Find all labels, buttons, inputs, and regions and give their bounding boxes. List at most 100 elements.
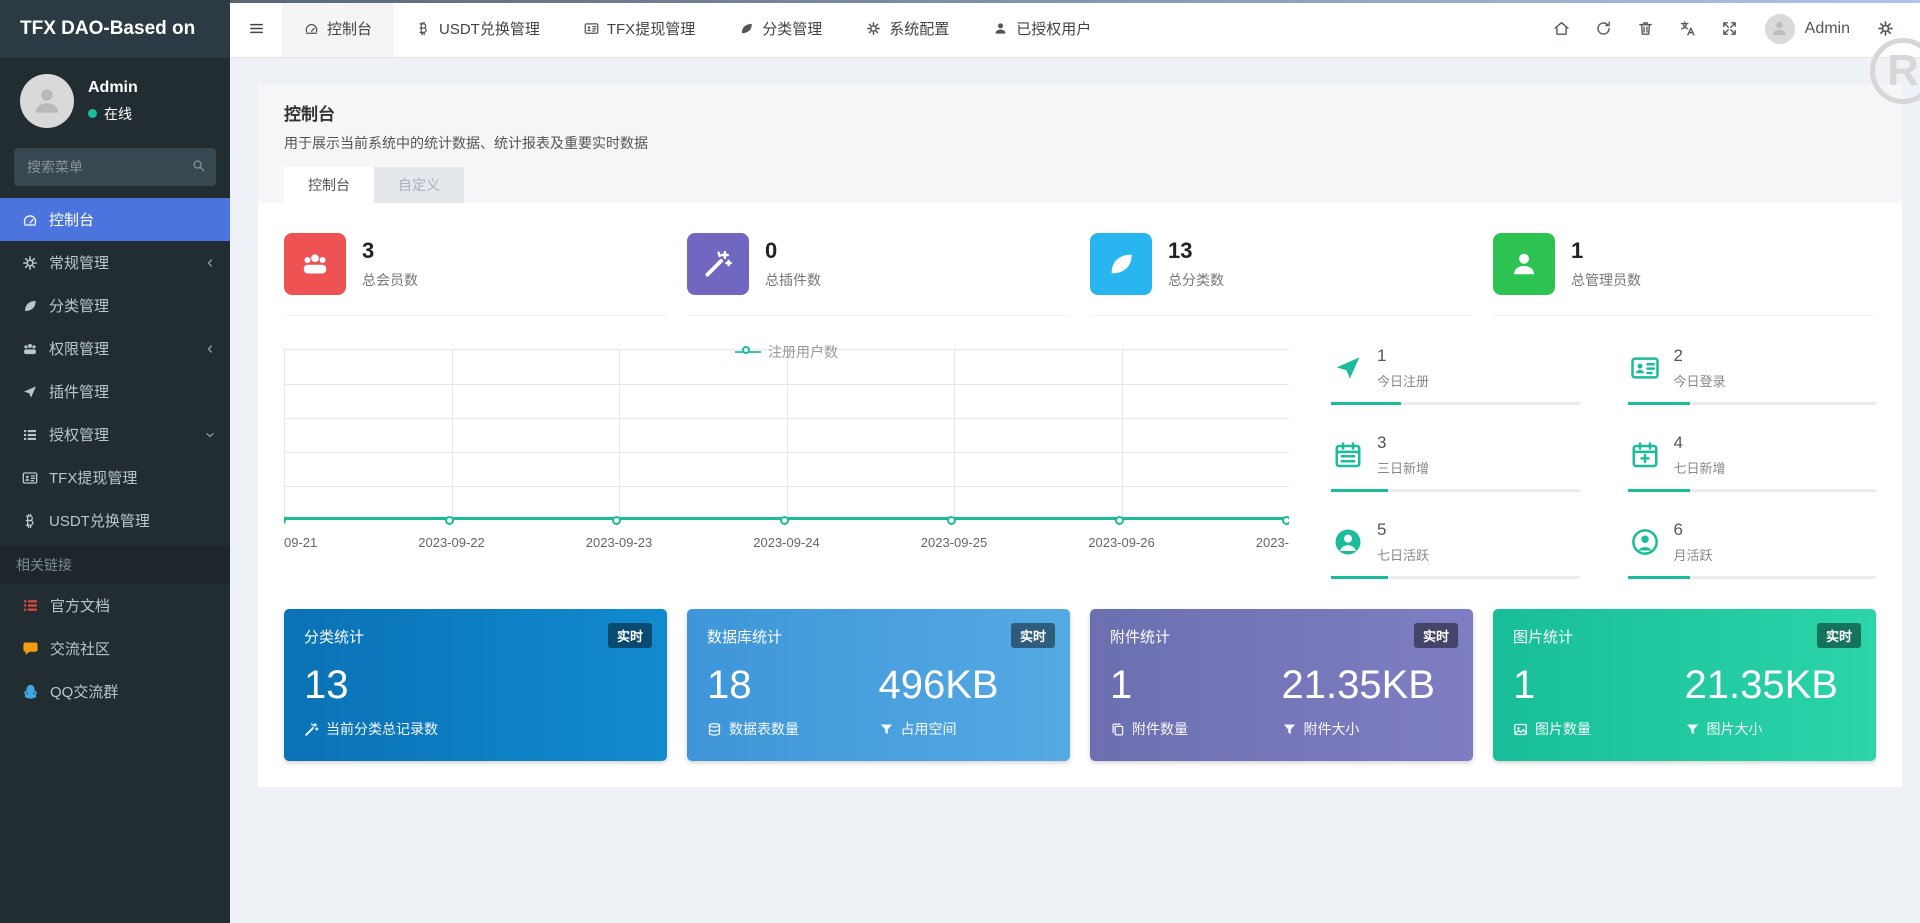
page-subtitle: 用于展示当前系统中的统计数据、统计报表及重要实时数据 [284,135,648,151]
stat-card-addons: 0 总插件数 [687,233,1070,316]
chart-plot-area [284,349,1289,520]
x-axis-label: 2023-09-27 [1255,535,1289,550]
bitcoin-icon [416,21,431,36]
mini-value: 4 [1673,433,1683,452]
card-value: 13 [304,663,349,707]
realtime-badge: 实时 [1010,623,1055,648]
sidebar-item-auth[interactable]: 权限管理 [0,327,230,370]
x-axis-label: 2023-09-22 [418,535,485,550]
mini-stat-today-registered: 1 今日注册 [1331,342,1580,405]
summary-card-attachments: 附件统计 实时 1 附件数量 21.35KB 附件大小 [1090,609,1473,761]
gridline [284,350,285,520]
tab-category[interactable]: 分类管理 [717,0,844,57]
stat-card-categories: 13 总分类数 [1090,233,1473,316]
dashboard-panel: 控制台 用于展示当前系统中的统计数据、统计报表及重要实时数据 控制台 自定义 3… [258,84,1902,787]
users-icon [284,233,346,295]
card-title: 图片统计 [1513,629,1574,646]
tab-label: 分类管理 [762,21,823,38]
mini-stat-7day-active: 5 七日活跃 [1331,516,1580,579]
summary-cards-row: 分类统计 实时 13 当前分类总记录数 数据库统计 实时 18 数据表数量 49… [284,609,1876,761]
gauge-icon [22,212,38,228]
card-value-label: 占用空间 [900,721,957,737]
users-icon [22,341,38,357]
funnel-icon [879,722,894,737]
tab-usdt-exchange[interactable]: USDT兑换管理 [394,0,562,57]
sidebar-item-tfx-withdraw[interactable]: TFX提现管理 [0,456,230,499]
data-point [779,516,789,525]
stat-label: 总分类数 [1168,272,1224,288]
funnel-icon [1282,722,1297,737]
leaf-icon [22,298,38,314]
registered-users-chart: 注册用户数 2023-09-21 2023-09-22 2023-09-23 2023-… [284,342,1289,552]
mini-stat-3day-new: 3 三日新增 [1331,429,1580,492]
comment-icon [22,640,39,657]
sidebar-item-label: 权限管理 [49,341,110,358]
sidebar-link-qq[interactable]: QQ交流群 [0,670,230,713]
card-title: 分类统计 [304,629,365,646]
stats-row: 3 总会员数 0 总插件数 13 总分类数 1 总管理员数 [284,233,1876,316]
stat-card-members: 3 总会员数 [284,233,667,316]
trash-icon[interactable] [1625,0,1667,57]
tab-system-config[interactable]: 系统配置 [844,0,971,57]
x-axis-label: 2023-09-25 [920,535,988,550]
sidebar-link-docs[interactable]: 官方文档 [0,584,230,627]
data-point [947,516,956,525]
mini-label: 七日活跃 [1377,548,1430,563]
tab-dashboard[interactable]: 控制台 [282,0,395,57]
card-value-label: 附件大小 [1303,721,1360,737]
sidebar-item-addon[interactable]: 插件管理 [0,370,230,413]
mini-stats-grid: 1 今日注册 2 今日登录 3 三日新增 4 七日新增 5 七日活跃 6 月活跃 [1331,342,1876,579]
rocket-icon [22,384,38,400]
refresh-icon[interactable] [1583,0,1625,57]
card-value-label: 图片大小 [1706,721,1763,737]
stat-label: 总会员数 [362,272,418,288]
summary-card-images: 图片统计 实时 1 图片数量 21.35KB 图片大小 [1493,609,1876,761]
panel-tab-dashboard[interactable]: 控制台 [284,167,374,203]
fullscreen-icon[interactable] [1709,0,1751,57]
sidebar-item-category[interactable]: 分类管理 [0,284,230,327]
gauge-icon [304,21,319,36]
gridline [451,350,453,520]
data-point [612,516,621,525]
leaf-icon [1090,233,1152,295]
sidebar-item-label: TFX提现管理 [49,470,138,487]
sidebar-item-label: 授权管理 [49,427,110,444]
search-icon[interactable] [186,155,210,179]
summary-card-category: 分类统计 实时 13 当前分类总记录数 [284,609,667,761]
sidebar-item-dashboard[interactable]: 控制台 [0,198,230,241]
mini-value: 1 [1377,346,1387,365]
progress-bar [1331,402,1580,405]
tab-label: TFX提现管理 [606,21,696,38]
card-title: 附件统计 [1110,629,1171,646]
sidebar-link-community[interactable]: 交流社区 [0,627,230,670]
x-axis-label: 2023-09-23 [585,535,653,550]
sidebar-item-usdt-exchange[interactable]: USDT兑换管理 [0,499,230,542]
list-icon [22,427,38,443]
settings-gear-icon[interactable] [1864,0,1906,57]
home-icon[interactable] [1541,0,1583,57]
funnel-icon [1685,722,1700,737]
qq-icon [22,683,39,700]
panel-tabs: 控制台 自定义 [284,167,1876,203]
gridline [954,350,955,520]
id-card-icon [1630,353,1660,383]
navbar-tabs: 控制台 USDT兑换管理 TFX提现管理 分类管理 系统配置 已授权用户 [282,0,1113,57]
hamburger-icon[interactable] [230,0,282,57]
panel-tab-custom[interactable]: 自定义 [374,167,464,203]
navbar-user-menu[interactable]: Admin [1751,13,1864,44]
sidebar-item-general[interactable]: 常规管理 [0,241,230,284]
sidebar-item-label: 分类管理 [49,298,110,315]
tab-tfx-withdraw[interactable]: TFX提现管理 [562,0,717,57]
id-card-icon [584,21,599,36]
sidebar-item-license[interactable]: 授权管理 [0,413,230,456]
gear-icon [866,21,881,36]
data-point [1282,516,1289,525]
tab-authorized-users[interactable]: 已授权用户 [971,0,1113,57]
mini-value: 3 [1377,433,1387,452]
mini-label: 月活跃 [1673,548,1713,563]
language-icon[interactable] [1667,0,1709,57]
leaf-icon [739,21,754,36]
gears-icon [22,255,38,271]
mini-value: 2 [1673,346,1683,365]
realtime-badge: 实时 [1816,623,1861,648]
